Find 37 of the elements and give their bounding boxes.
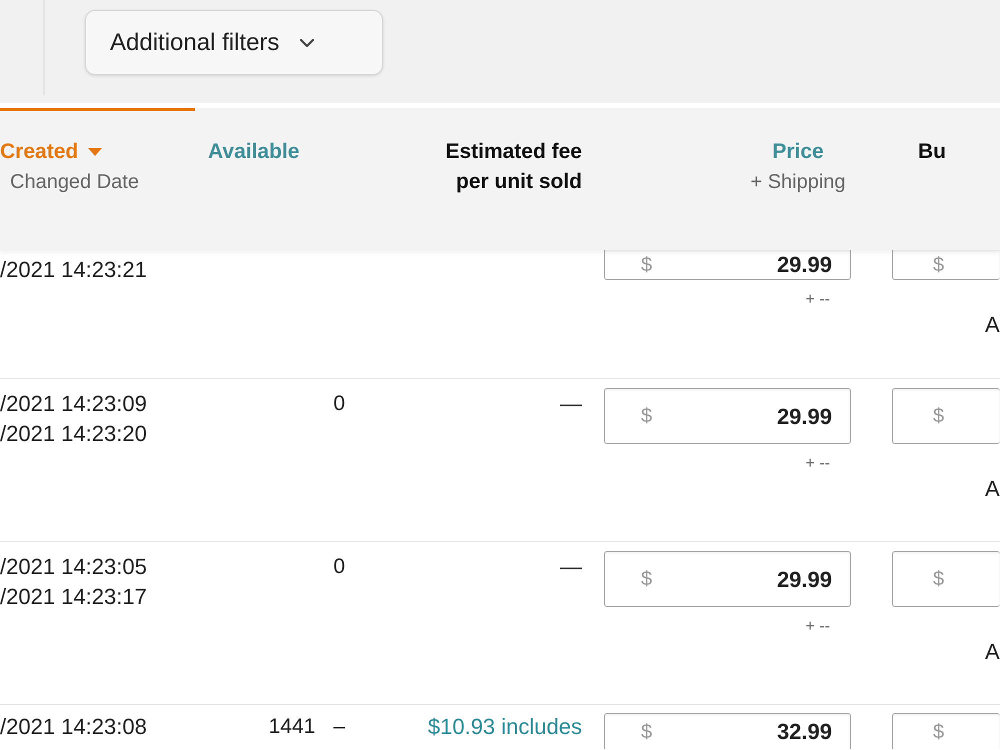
column-subheader: Changed Date xyxy=(10,170,139,195)
business-price-input-field[interactable]: $ xyxy=(892,388,1000,444)
cut-off-text: A xyxy=(985,311,1000,339)
shipping-text: + -- xyxy=(806,617,830,637)
date-text: /2021 14:23:17 xyxy=(0,583,147,611)
sort-caret-icon xyxy=(88,148,102,156)
column-header-link[interactable]: Price xyxy=(772,137,824,167)
available-count: 0 xyxy=(333,554,345,580)
fee-link[interactable]: $10.93 includes xyxy=(428,712,582,742)
date-text: /2021 14:23:21 xyxy=(0,256,147,284)
date-text: /2021 14:23:08 xyxy=(0,713,147,741)
price-input-field[interactable]: $ 29.99 xyxy=(604,551,851,607)
business-price-input-field[interactable]: $ xyxy=(892,250,1000,280)
date-text: /2021 14:23:20 xyxy=(0,420,147,448)
column-subheader: + Shipping xyxy=(750,170,846,195)
shipping-text: + -- xyxy=(806,454,830,474)
price-input-field[interactable]: $ 29.99 xyxy=(604,388,851,444)
shipping-text: + -- xyxy=(806,290,830,310)
cut-off-text: A xyxy=(985,638,1000,666)
date-text: /2021 14:23:05 xyxy=(0,553,147,581)
available-count: – xyxy=(333,714,345,740)
additional-filters-button[interactable]: Additional filters xyxy=(85,10,383,75)
price-input-field[interactable]: $ 32.99 xyxy=(604,713,851,749)
column-header: Estimated fee per unit sold xyxy=(445,139,582,195)
column-header: Bu xyxy=(918,139,946,165)
business-price-input-field[interactable]: $ xyxy=(892,551,1000,607)
price-input-field[interactable]: $ 29.99 xyxy=(604,250,851,280)
business-price-input-field[interactable]: $ xyxy=(892,713,1000,749)
column-header-link[interactable]: Available xyxy=(208,137,300,167)
available-count: 0 xyxy=(333,391,345,417)
column-header-link[interactable]: Created xyxy=(0,137,78,167)
fee-text: — xyxy=(560,390,582,418)
fee-text: — xyxy=(560,553,582,581)
cut-off-text: A xyxy=(985,475,1000,503)
available-count: 1441 xyxy=(268,714,316,740)
date-text: /2021 14:23:09 xyxy=(0,390,147,418)
chevron-down-icon xyxy=(299,38,316,48)
